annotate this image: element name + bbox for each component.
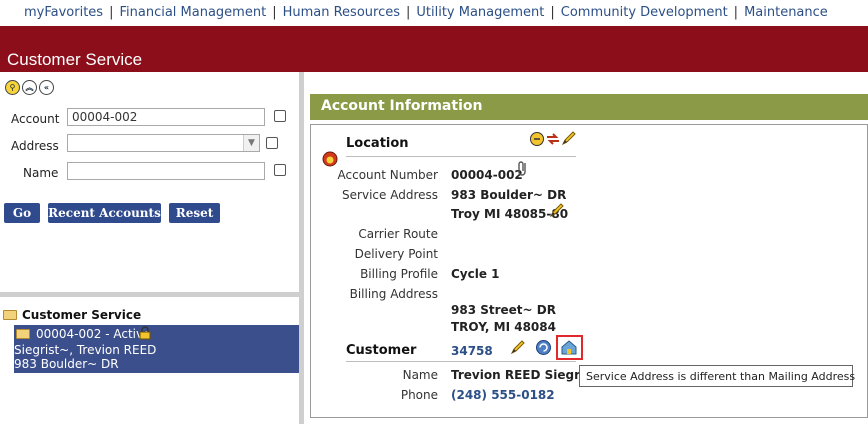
- address-checkbox[interactable]: [266, 137, 278, 149]
- tree-account-status: 00004-002 - Active: [36, 327, 151, 341]
- account-number-label: Account Number: [337, 168, 438, 182]
- carrier-route-label: Carrier Route: [358, 227, 438, 241]
- billing-address-label: Billing Address: [349, 287, 438, 301]
- search-toolbar: ⚲ ︽ «: [5, 80, 54, 95]
- nav-human-resources[interactable]: Human Resources: [283, 5, 400, 20]
- address-select[interactable]: ▼: [67, 134, 260, 152]
- tree-service-address: 983 Boulder~ DR: [14, 357, 119, 371]
- collapse-up-icon[interactable]: ︽: [22, 80, 37, 95]
- lock-icon: [139, 326, 151, 340]
- reset-button[interactable]: Reset: [169, 203, 220, 223]
- tooltip: Service Address is different than Mailin…: [579, 365, 855, 387]
- nav-separator: |: [109, 5, 114, 20]
- service-address-label: Service Address: [342, 188, 438, 202]
- transfer-icon[interactable]: [545, 131, 561, 147]
- customer-name-label: Name: [402, 368, 438, 382]
- customer-divider: [346, 361, 576, 362]
- top-nav: myFavorites | Financial Management | Human R…: [0, 0, 868, 26]
- tree-root[interactable]: Customer Service: [3, 308, 141, 322]
- nav-separator: |: [272, 5, 277, 20]
- customer-phone-value[interactable]: (248) 555-0182: [451, 388, 555, 402]
- folder-icon: [3, 310, 17, 320]
- delivery-point-label: Delivery Point: [354, 247, 438, 261]
- edit-pencil-icon[interactable]: [549, 202, 565, 219]
- recent-accounts-button[interactable]: Recent Accounts: [48, 203, 161, 223]
- tree-root-label: Customer Service: [22, 308, 142, 322]
- location-divider: [346, 156, 576, 157]
- chevron-down-icon[interactable]: ▼: [243, 135, 259, 151]
- customer-title: Customer: [346, 343, 417, 358]
- billing-profile-value: Cycle 1: [451, 267, 500, 281]
- refresh-globe-icon[interactable]: [535, 339, 552, 356]
- paperclip-icon[interactable]: [516, 160, 530, 178]
- horizontal-splitter[interactable]: [0, 292, 300, 297]
- edit-pencil-icon[interactable]: [510, 339, 526, 356]
- tree-selected-account[interactable]: 00004-002 - Active Siegrist~, Trevion RE…: [14, 325, 299, 373]
- name-checkbox[interactable]: [274, 164, 286, 176]
- billing-address-line1: 983 Street~ DR: [451, 303, 556, 317]
- billing-address-line2: TROY, MI 48084: [451, 320, 556, 334]
- title-band: Customer Service: [0, 26, 868, 72]
- customer-phone-label: Phone: [400, 388, 438, 402]
- lock-open-icon[interactable]: [529, 131, 545, 147]
- account-number-value: 00004-002: [451, 168, 523, 182]
- folder-icon: [16, 329, 30, 339]
- nav-myfavorites[interactable]: myFavorites: [24, 5, 103, 20]
- account-checkbox[interactable]: [274, 110, 286, 122]
- page-title: Customer Service: [7, 50, 143, 69]
- highlight-box: [556, 335, 583, 360]
- nav-separator: |: [550, 5, 555, 20]
- billing-profile-label: Billing Profile: [360, 267, 438, 281]
- account-label: Account: [11, 112, 60, 126]
- nav-maintenance[interactable]: Maintenance: [744, 5, 828, 20]
- tree-customer-name: Siegrist~, Trevion REED: [14, 343, 157, 357]
- name-input[interactable]: [67, 162, 265, 180]
- edit-pencil-icon[interactable]: [561, 130, 577, 147]
- location-title: Location: [346, 136, 409, 151]
- service-address-line1: 983 Boulder~ DR: [451, 188, 567, 202]
- collapse-left-icon[interactable]: «: [39, 80, 54, 95]
- nav-community-development[interactable]: Community Development: [561, 5, 728, 20]
- account-information-header: Account Information: [310, 94, 868, 120]
- stop-alert-icon[interactable]: [322, 151, 338, 167]
- nav-utility-management[interactable]: Utility Management: [416, 5, 544, 20]
- nav-separator: |: [405, 5, 411, 20]
- customer-id-link[interactable]: 34758: [451, 344, 493, 358]
- name-label: Name: [23, 166, 59, 180]
- account-input[interactable]: [67, 108, 265, 126]
- nav-separator: |: [733, 5, 739, 20]
- go-button[interactable]: Go: [4, 203, 40, 223]
- address-label: Address: [11, 139, 59, 153]
- search-icon[interactable]: ⚲: [5, 80, 20, 95]
- nav-financial-management[interactable]: Financial Management: [119, 5, 266, 20]
